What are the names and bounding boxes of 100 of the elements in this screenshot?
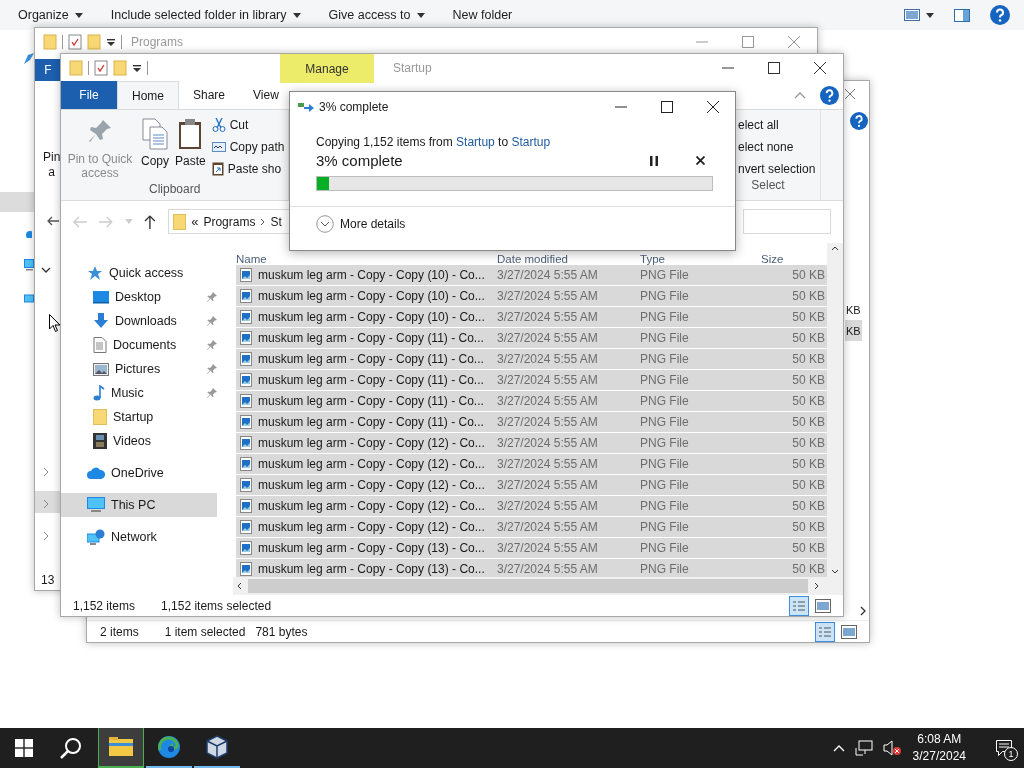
- ribbon-button[interactable]: elect all: [738, 115, 816, 134]
- pause-icon[interactable]: [650, 155, 658, 166]
- file-row[interactable]: muskum leg arm - Copy - Copy (12) - Co... 3/27/2024 5:55 AM PNG File 50 KB: [236, 517, 827, 538]
- help-icon[interactable]: [850, 112, 868, 130]
- cancel-icon[interactable]: [696, 156, 705, 165]
- search-field[interactable]: [742, 209, 831, 234]
- chevron-up-icon[interactable]: [832, 744, 845, 752]
- chevron-down-icon[interactable]: [41, 267, 51, 273]
- scroll-right-icon[interactable]: [814, 582, 819, 590]
- toolbar-command[interactable]: New folder: [452, 8, 513, 22]
- large-icons-view-icon[interactable]: [841, 624, 857, 639]
- nav-item[interactable]: This PC: [61, 493, 217, 517]
- more-details-toggle[interactable]: More details: [316, 215, 406, 233]
- file-tab[interactable]: F: [35, 59, 61, 81]
- nav-item[interactable]: Documents: [61, 333, 233, 357]
- file-row[interactable]: muskum leg arm - Copy - Copy (10) - Co... 3/27/2024 5:55 AM PNG File 50 KB: [236, 286, 827, 307]
- file-row[interactable]: muskum leg arm - Copy - Copy (11) - Co... 3/27/2024 5:55 AM PNG File 50 KB: [236, 328, 827, 349]
- toolbar-command[interactable]: Give access to: [328, 8, 425, 22]
- nav-item[interactable]: Desktop: [61, 285, 233, 309]
- maximize-icon[interactable]: [768, 61, 780, 74]
- toolbar-command[interactable]: Organize: [18, 8, 83, 22]
- chevron-right-icon[interactable]: [260, 217, 266, 226]
- close-icon[interactable]: [707, 100, 719, 113]
- ribbon-button[interactable]: nvert selection: [738, 159, 816, 178]
- file-row[interactable]: muskum leg arm - Copy - Copy (13) - Co... 3/27/2024 5:55 AM PNG File 50 KB: [236, 538, 827, 559]
- ribbon-button[interactable]: elect none: [738, 137, 816, 156]
- file-row[interactable]: muskum leg arm - Copy - Copy (11) - Co... 3/27/2024 5:55 AM PNG File 50 KB: [236, 349, 827, 370]
- file-row[interactable]: muskum leg arm - Copy - Copy (10) - Co... 3/27/2024 5:55 AM PNG File 50 KB: [236, 265, 827, 286]
- scroll-right-icon[interactable]: [860, 606, 866, 616]
- large-icons-view-icon[interactable]: [815, 598, 831, 613]
- nav-item[interactable]: Music: [61, 381, 233, 405]
- ribbon-button[interactable]: Paste sho: [211, 159, 285, 178]
- file-row[interactable]: muskum leg arm - Copy - Copy (12) - Co... 3/27/2024 5:55 AM PNG File 50 KB: [236, 496, 827, 517]
- file-row[interactable]: muskum leg arm - Copy - Copy (11) - Co... 3/27/2024 5:55 AM PNG File 50 KB: [236, 391, 827, 412]
- preview-pane-icon[interactable]: [954, 8, 970, 22]
- file-row[interactable]: muskum leg arm - Copy - Copy (12) - Co... 3/27/2024 5:55 AM PNG File 50 KB: [236, 433, 827, 454]
- clock-date[interactable]: 3/27/2024: [912, 748, 966, 765]
- scroll-up-icon[interactable]: [831, 246, 839, 251]
- customize-icon[interactable]: [132, 62, 142, 73]
- contextual-tab[interactable]: Manage: [280, 54, 374, 83]
- breadcrumb[interactable]: St: [270, 214, 282, 229]
- ribbon-button[interactable]: Copy path: [211, 137, 285, 156]
- column-header[interactable]: Date modified: [497, 254, 640, 265]
- file-row[interactable]: muskum leg arm - Copy - Copy (12) - Co... 3/27/2024 5:55 AM PNG File 50 KB: [236, 454, 827, 475]
- details-view-icon[interactable]: [815, 621, 835, 642]
- image-file-icon: [240, 415, 252, 429]
- back-arrow-icon[interactable]: [47, 216, 59, 226]
- search-icon[interactable]: [60, 737, 82, 759]
- network-icon[interactable]: [854, 740, 873, 756]
- notification-button[interactable]: 1: [984, 728, 1024, 768]
- nav-item[interactable]: Videos: [61, 429, 233, 453]
- ribbon-tab[interactable]: View: [239, 81, 293, 109]
- file-row[interactable]: muskum leg arm - Copy - Copy (10) - Co... 3/27/2024 5:55 AM PNG File 50 KB: [236, 307, 827, 328]
- column-header[interactable]: Type: [640, 254, 761, 265]
- help-icon[interactable]: [820, 85, 839, 105]
- scroll-down-icon[interactable]: [831, 569, 839, 574]
- file-tab[interactable]: File: [61, 81, 117, 109]
- ribbon-button[interactable]: Copy: [141, 113, 169, 182]
- vertical-scrollbar[interactable]: [827, 243, 843, 577]
- properties-icon[interactable]: [94, 59, 108, 76]
- network-icon: [24, 293, 34, 303]
- scroll-left-icon[interactable]: [237, 582, 242, 590]
- breadcrumb[interactable]: Programs: [203, 214, 256, 229]
- file-row[interactable]: muskum leg arm - Copy - Copy (11) - Co... 3/27/2024 5:55 AM PNG File 50 KB: [236, 412, 827, 433]
- help-icon[interactable]: [990, 5, 1010, 25]
- overflow-chevron[interactable]: «: [191, 214, 199, 229]
- selection-highlight: [0, 192, 34, 212]
- caret-icon[interactable]: [926, 12, 934, 18]
- file-row[interactable]: muskum leg arm - Copy - Copy (11) - Co... 3/27/2024 5:55 AM PNG File 50 KB: [236, 370, 827, 391]
- ribbon-tab[interactable]: Home: [117, 81, 179, 109]
- ribbon-tab[interactable]: Share: [179, 81, 240, 109]
- properties-icon[interactable]: [68, 33, 82, 50]
- close-icon[interactable]: [814, 61, 826, 74]
- ribbon-button[interactable]: Cut: [211, 115, 285, 134]
- column-header[interactable]: Size: [761, 254, 784, 265]
- ribbon-button[interactable]: Paste: [175, 113, 206, 182]
- taskbar-app[interactable]: [98, 728, 144, 768]
- folder-link[interactable]: Startup: [511, 135, 551, 149]
- nav-item[interactable]: Quick access: [61, 261, 233, 285]
- nav-item[interactable]: OneDrive: [61, 461, 233, 485]
- view-icon[interactable]: [904, 9, 920, 21]
- details-view-icon[interactable]: [789, 595, 809, 616]
- nav-item[interactable]: Downloads: [61, 309, 233, 333]
- folder-link[interactable]: Startup: [456, 135, 495, 149]
- clock-time[interactable]: 6:08 AM: [917, 731, 962, 748]
- column-header[interactable]: Name: [236, 254, 497, 265]
- toolbar-command[interactable]: Include selected folder in library: [110, 8, 301, 22]
- windows-logo-icon[interactable]: [15, 739, 33, 757]
- muted-speaker-icon[interactable]: [882, 740, 901, 756]
- nav-item[interactable]: Pictures: [61, 357, 233, 381]
- customize-icon[interactable]: [106, 36, 116, 47]
- nav-item[interactable]: Network: [61, 525, 233, 549]
- folder-icon: [93, 409, 107, 425]
- maximize-icon[interactable]: [661, 100, 673, 113]
- horizontal-scrollbar[interactable]: [233, 577, 843, 595]
- up-arrow-icon[interactable]: [144, 214, 157, 229]
- collapse-ribbon-icon[interactable]: [794, 91, 806, 99]
- image-file-icon: [240, 457, 252, 471]
- nav-item[interactable]: Startup: [61, 405, 233, 429]
- file-row[interactable]: muskum leg arm - Copy - Copy (12) - Co... 3/27/2024 5:55 AM PNG File 50 KB: [236, 475, 827, 496]
